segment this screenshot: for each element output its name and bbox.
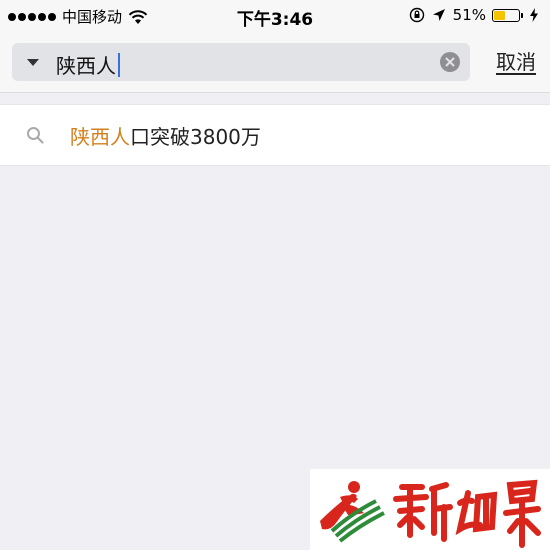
- suggestion-list: 陕西人口突破3800万: [0, 104, 550, 166]
- status-bar: 中国移动 下午3:46 51%: [0, 0, 550, 32]
- search-icon: [27, 127, 44, 144]
- text-cursor: [118, 52, 120, 77]
- search-header: 陕西人 取消: [0, 32, 550, 93]
- suggestion-text: 陕西人口突破3800万: [70, 121, 261, 150]
- watermark-logo: [310, 469, 550, 550]
- search-query-text[interactable]: 陕西人: [56, 50, 120, 79]
- suggestion-highlight: 陕西人: [70, 125, 130, 149]
- status-bar-right: 51%: [409, 6, 542, 24]
- battery-icon: [492, 8, 523, 22]
- charging-bolt-icon: [530, 8, 538, 22]
- battery-percent: 51%: [452, 6, 486, 24]
- location-arrow-icon: [432, 9, 445, 21]
- suggestion-rest: 口突破3800万: [130, 125, 261, 149]
- cancel-button[interactable]: 取消: [496, 46, 536, 75]
- search-screen: 中国移动 下午3:46 51% 陕西人 取消 陕西人口突破3800万: [0, 0, 550, 550]
- dropdown-triangle-icon[interactable]: [26, 55, 40, 69]
- search-input[interactable]: 陕西人: [12, 43, 470, 81]
- search-query-value: 陕西人: [56, 54, 116, 78]
- rotation-lock-icon: [409, 7, 424, 23]
- close-icon: [445, 57, 455, 67]
- xinxibu-logo-icon: [320, 479, 541, 548]
- clear-search-button[interactable]: [440, 52, 460, 72]
- suggestion-item[interactable]: 陕西人口突破3800万: [0, 104, 550, 166]
- battery-level-fill: [494, 10, 506, 20]
